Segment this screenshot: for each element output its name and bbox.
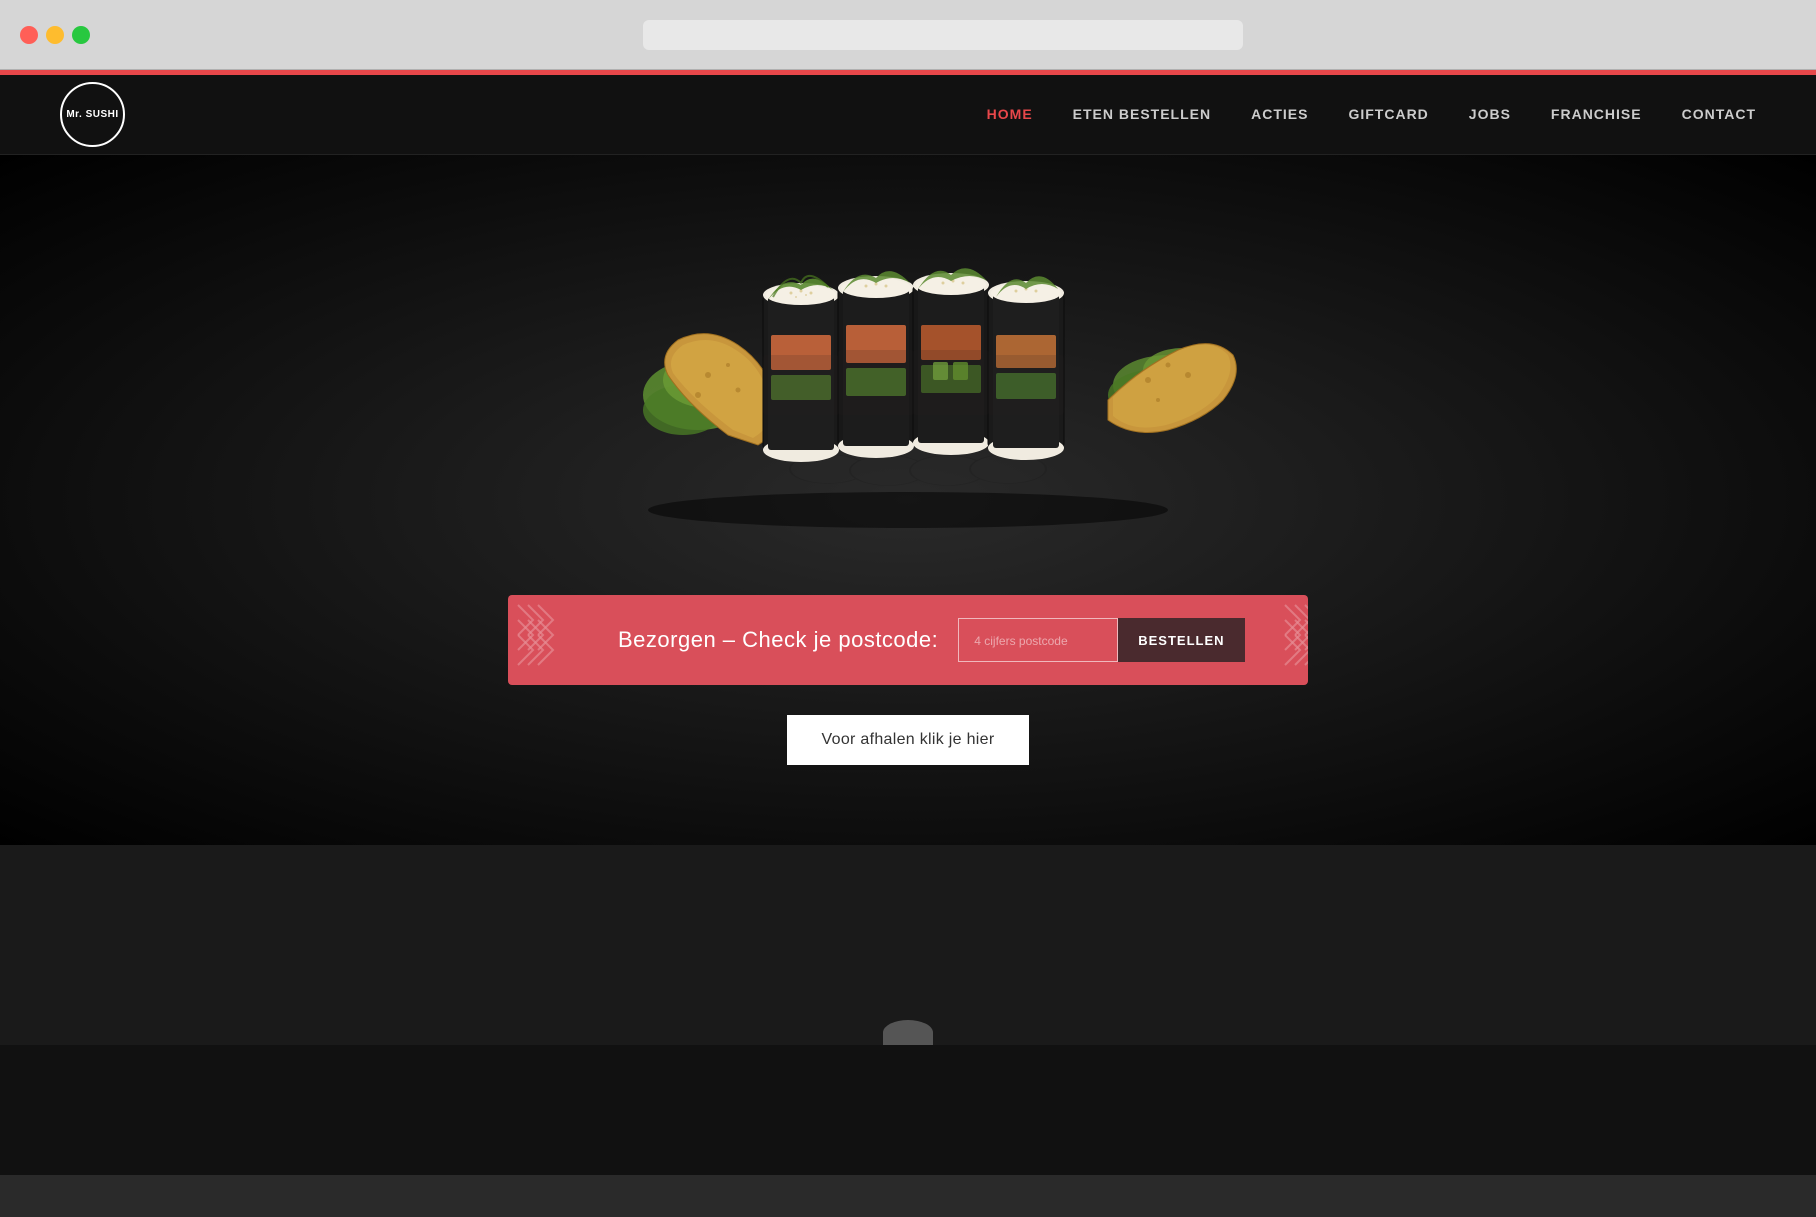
delivery-banner: Bezorgen – Check je postcode: BESTELLEN	[508, 595, 1308, 685]
browser-chrome	[0, 0, 1816, 70]
nav-link-jobs[interactable]: JOBS	[1469, 106, 1511, 122]
hero-section: Bezorgen – Check je postcode: BESTELLEN	[0, 155, 1816, 845]
traffic-lights	[20, 26, 90, 44]
banner-content: Bezorgen – Check je postcode: BESTELLEN	[588, 595, 1275, 685]
banner-decoration-right	[1275, 595, 1308, 685]
website-content: Mr. SUSHI HOME ETEN BESTELLEN ACTIES GIF…	[0, 75, 1816, 1175]
nav-link-eten-bestellen[interactable]: ETEN BESTELLEN	[1073, 106, 1211, 122]
sushi-image	[558, 215, 1258, 535]
logo[interactable]: Mr. SUSHI	[60, 82, 125, 147]
nav-link-giftcard[interactable]: GIFTCARD	[1348, 106, 1428, 122]
nav-item-jobs[interactable]: JOBS	[1469, 106, 1511, 124]
pickup-button[interactable]: Voor afhalen klik je hier	[787, 715, 1030, 765]
nav-link-franchise[interactable]: FRANCHISE	[1551, 106, 1642, 122]
navbar: Mr. SUSHI HOME ETEN BESTELLEN ACTIES GIF…	[0, 75, 1816, 155]
nav-item-contact[interactable]: CONTACT	[1682, 106, 1756, 124]
postcode-input[interactable]	[958, 618, 1118, 662]
nav-link-home[interactable]: HOME	[987, 106, 1033, 122]
nav-item-home[interactable]: HOME	[987, 106, 1033, 124]
minimize-button[interactable]	[46, 26, 64, 44]
logo-text: Mr. SUSHI	[66, 109, 118, 121]
nav-item-eten-bestellen[interactable]: ETEN BESTELLEN	[1073, 106, 1211, 124]
nav-links: HOME ETEN BESTELLEN ACTIES GIFTCARD JOBS…	[987, 106, 1756, 124]
nav-item-giftcard[interactable]: GIFTCARD	[1348, 106, 1428, 124]
pickup-section: Voor afhalen klik je hier	[787, 715, 1030, 765]
url-bar[interactable]	[643, 20, 1243, 50]
bestellen-button[interactable]: BESTELLEN	[1118, 618, 1244, 662]
banner-decoration-left	[508, 595, 588, 685]
nav-item-franchise[interactable]: FRANCHISE	[1551, 106, 1642, 124]
footer-section	[0, 845, 1816, 1045]
nav-link-acties[interactable]: ACTIES	[1251, 106, 1308, 122]
nav-item-acties[interactable]: ACTIES	[1251, 106, 1308, 124]
nav-link-contact[interactable]: CONTACT	[1682, 106, 1756, 122]
bottom-avatar	[883, 1020, 933, 1045]
close-button[interactable]	[20, 26, 38, 44]
maximize-button[interactable]	[72, 26, 90, 44]
delivery-form: BESTELLEN	[958, 618, 1244, 662]
delivery-text: Bezorgen – Check je postcode:	[618, 627, 938, 653]
